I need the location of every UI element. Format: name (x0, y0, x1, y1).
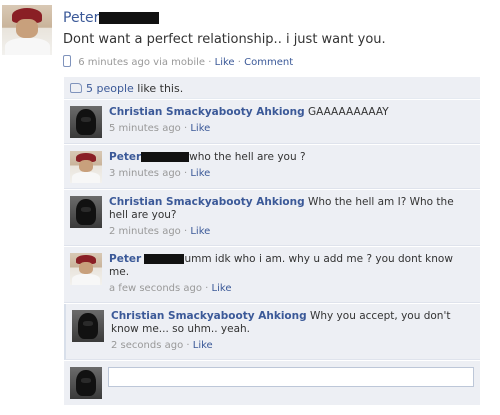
avatar-face (78, 261, 94, 275)
meta-separator: · (208, 57, 212, 68)
post-like-link[interactable]: Like (215, 57, 235, 68)
feedback-section: 5 people like this. Christian Smackyaboo… (64, 77, 480, 407)
comment-item: Christian Smackyabooty Ahkiong Why you a… (64, 304, 480, 360)
comment-author[interactable]: Christian Smackyabooty Ahkiong (111, 310, 307, 322)
comment-meta: 3 minutes ago · Like (109, 167, 469, 180)
post-author-avatar[interactable] (2, 5, 52, 55)
comment-avatar[interactable] (70, 106, 102, 138)
likes-row: 5 people like this. (64, 77, 480, 99)
meta-separator: · (183, 226, 188, 237)
comment-meta: 2 minutes ago · Like (109, 225, 469, 238)
comment-body: Christian Smackyabooty Ahkiong GAAAAAAAA… (109, 106, 469, 135)
comment-body: Christian Smackyabooty Ahkiong Why you a… (111, 310, 471, 352)
avatar-face (16, 19, 38, 38)
avatar-hood (75, 199, 97, 225)
comment-item: Christian Smackyabooty Ahkiong GAAAAAAAA… (64, 100, 480, 144)
comment-input[interactable] (108, 367, 474, 387)
mobile-phone-icon (63, 55, 71, 67)
avatar-shirt (71, 172, 101, 183)
composer-avatar (70, 367, 102, 399)
avatar-hood (77, 313, 99, 339)
redaction-bar (141, 152, 190, 162)
comment-item: Peter umm idk who i am. why u add me ? y… (64, 247, 480, 303)
likes-count-link[interactable]: 5 people (86, 82, 134, 95)
comment-author[interactable]: Peter (109, 151, 141, 163)
comment-like-link[interactable]: Like (190, 168, 210, 179)
post-author-name[interactable]: Peter (63, 10, 99, 26)
avatar-face (81, 117, 91, 122)
comment-meta: 5 minutes ago · Like (109, 122, 469, 135)
comment-body: Christian Smackyabooty Ahkiong Who the h… (109, 196, 469, 238)
comment-time[interactable]: 2 seconds ago (111, 340, 183, 351)
comment-text: GAAAAAAAAAY (307, 106, 389, 118)
comment-item: Christian Smackyabooty Ahkiong Who the h… (64, 190, 480, 246)
redaction-bar (144, 254, 185, 264)
meta-separator: · (183, 168, 188, 179)
comment-time[interactable]: 2 minutes ago (109, 226, 181, 237)
comment-like-link[interactable]: Like (212, 283, 232, 294)
meta-separator: · (186, 340, 190, 351)
meta-separator: · (237, 57, 241, 68)
avatar-face (81, 378, 91, 383)
avatar-face (81, 207, 91, 212)
comment-composer (64, 361, 480, 405)
meta-separator: · (205, 283, 209, 294)
comment-author[interactable]: Christian Smackyabooty Ahkiong (109, 106, 305, 118)
post-author[interactable]: Peter (63, 10, 160, 26)
meta-separator: · (183, 123, 188, 134)
redaction-bar (99, 12, 160, 24)
avatar-face (78, 159, 94, 173)
comment-time[interactable]: a few seconds ago (109, 283, 202, 294)
comment-meta: 2 seconds ago · Like (111, 339, 471, 352)
comment-time[interactable]: 5 minutes ago (109, 123, 181, 134)
comment-meta: a few seconds ago · Like (109, 282, 469, 295)
comment-author[interactable]: Christian Smackyabooty Ahkiong (109, 196, 305, 208)
thumbs-up-icon (70, 83, 82, 93)
avatar-shirt (71, 274, 101, 285)
comment-avatar[interactable] (70, 196, 102, 228)
avatar-hood (75, 109, 97, 135)
post-time[interactable]: 6 minutes ago via mobile (78, 57, 205, 68)
comment-like-link[interactable]: Like (190, 226, 210, 237)
avatar-face (83, 321, 93, 326)
comment-author[interactable]: Peter (109, 253, 141, 265)
comment-avatar[interactable] (70, 151, 102, 183)
comment-avatar[interactable] (70, 253, 102, 285)
post-text: Dont want a perfect relationship.. i jus… (63, 32, 386, 47)
post-comment-link[interactable]: Comment (244, 57, 293, 68)
comment-time[interactable]: 3 minutes ago (109, 168, 181, 179)
likes-suffix: like this. (133, 82, 184, 95)
avatar-hood (75, 370, 97, 396)
comment-like-link[interactable]: Like (193, 340, 213, 351)
comment-text: who the hell are you ? (189, 151, 306, 163)
post-meta: 6 minutes ago via mobile · Like · Commen… (63, 55, 293, 68)
comment-like-link[interactable]: Like (190, 123, 210, 134)
comment-body: Peter umm idk who i am. why u add me ? y… (109, 253, 469, 295)
comment-body: Peter who the hell are you ? 3 minutes ag… (109, 151, 469, 180)
avatar-shirt (4, 38, 50, 55)
comment-avatar[interactable] (72, 310, 104, 342)
comment-item: Peter who the hell are you ? 3 minutes ag… (64, 145, 480, 189)
